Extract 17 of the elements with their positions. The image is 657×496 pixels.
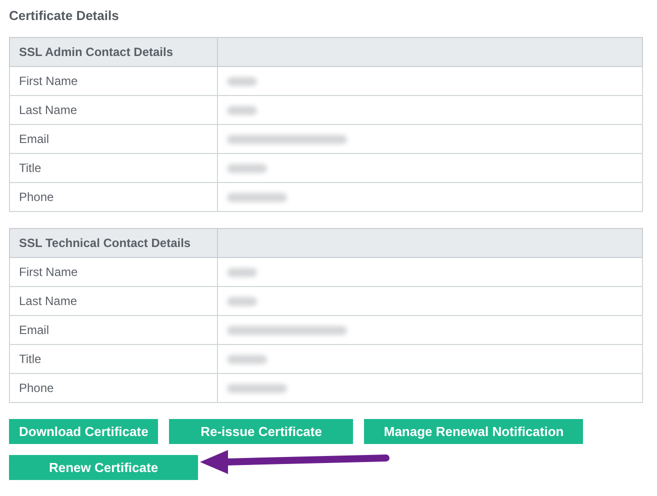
action-button[interactable]: Renew Certificate	[9, 455, 198, 480]
action-button[interactable]: Download Certificate	[9, 419, 158, 444]
field-label: Phone	[10, 182, 218, 212]
field-label: Title	[10, 154, 218, 182]
table-header: SSL Technical Contact Details	[10, 228, 218, 258]
field-label: Last Name	[10, 96, 218, 124]
field-label: Phone	[10, 374, 218, 402]
field-label: Email	[10, 316, 218, 344]
action-button[interactable]: Re-issue Certificate	[169, 419, 354, 444]
field-label: Title	[10, 344, 218, 374]
field-label: First Name	[10, 258, 218, 286]
section-heading: Certificate Details	[9, 8, 120, 23]
table-header: SSL Admin Contact Details	[10, 38, 218, 66]
action-button[interactable]: Manage Renewal Notification	[364, 419, 584, 444]
field-label: First Name	[10, 66, 218, 96]
field-label: Last Name	[10, 286, 218, 316]
field-label: Email	[10, 124, 218, 154]
